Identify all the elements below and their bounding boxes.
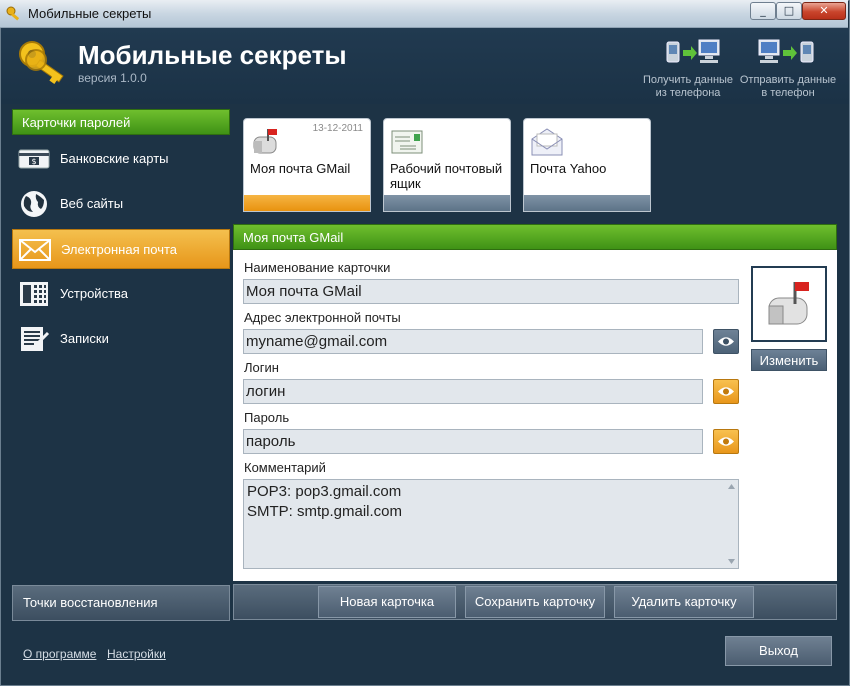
sidebar-item-label: Банковские карты [60, 151, 169, 166]
restore-points-button[interactable]: Точки восстановления [12, 585, 230, 621]
login-field[interactable]: логин [243, 379, 703, 404]
svg-text:$: $ [31, 157, 36, 166]
email-label: Адрес электронной почты [244, 310, 401, 325]
send-to-phone-button[interactable]: Отправить данные в телефон [738, 36, 838, 100]
card-label: Моя почта GMail [250, 161, 351, 176]
card-picture [751, 266, 827, 342]
mailbox-icon [768, 282, 809, 325]
window-title: Мобильные секреты [28, 6, 152, 21]
receive-from-phone-button[interactable]: Получить данные из телефона [638, 36, 738, 100]
mailbox-icon [250, 127, 284, 157]
phone-to-pc-icon [653, 36, 723, 70]
app-key-icon [6, 6, 22, 22]
device-icon [18, 280, 50, 308]
minimize-button[interactable]: _ [750, 2, 776, 20]
card-bar [384, 195, 510, 211]
password-label: Пароль [244, 410, 290, 425]
send-label-line2: в телефон [761, 87, 815, 99]
comment-scrollbar[interactable] [726, 481, 737, 567]
pc-to-phone-icon [753, 36, 823, 70]
sidebar-item-email[interactable]: Электронная почта [12, 229, 230, 269]
card-gmail[interactable]: 13-12-2011 Моя почта GMail [243, 118, 371, 212]
delete-card-button[interactable]: Удалить карточку [614, 586, 754, 618]
exit-button[interactable]: Выход [725, 636, 832, 666]
card-label: Почта Yahoo [530, 161, 607, 176]
sidebar-item-label: Электронная почта [61, 242, 178, 257]
envelope-icon [19, 236, 51, 264]
eye-icon [718, 387, 734, 396]
settings-link[interactable]: Настройки [107, 647, 166, 661]
receive-label-line2: из телефона [655, 87, 721, 99]
email-field[interactable]: myname@gmail.com [243, 329, 703, 354]
sidebar-item-websites[interactable]: Веб сайты [12, 184, 230, 224]
bank-card-icon: $ [18, 145, 50, 173]
window-titlebar[interactable]: Мобильные секреты _ □ ✕ [0, 0, 848, 28]
change-picture-button[interactable]: Изменить [751, 349, 827, 371]
letter-icon [390, 127, 424, 157]
detail-title: Моя почта GMail [233, 224, 837, 250]
login-label: Логин [244, 360, 279, 375]
sidebar-item-notes[interactable]: Записки [12, 319, 230, 359]
card-bar [524, 195, 650, 211]
sidebar-item-devices[interactable]: Устройства [12, 274, 230, 314]
comment-field[interactable]: POP3: pop3.gmail.com SMTP: smtp.gmail.co… [243, 479, 739, 569]
password-field[interactable]: пароль [243, 429, 703, 454]
maximize-button[interactable]: □ [776, 2, 802, 20]
sidebar-item-label: Веб сайты [60, 196, 124, 211]
card-label: Рабочий почтовый ящик [390, 161, 503, 191]
card-date: 13-12-2011 [312, 123, 363, 134]
sidebar-item-label: Записки [60, 331, 109, 346]
close-button[interactable]: ✕ [802, 2, 846, 20]
comment-label: Комментарий [244, 460, 326, 475]
card-name-label: Наименование карточки [244, 260, 391, 275]
receive-label-line1: Получить данные [642, 74, 734, 86]
globe-icon [18, 190, 50, 218]
keys-logo-icon [16, 36, 72, 92]
envelope-open-icon [530, 127, 564, 157]
about-link[interactable]: О программе [23, 647, 96, 661]
send-label-line1: Отправить данные [739, 74, 837, 86]
sidebar-title: Карточки паролей [12, 109, 230, 135]
show-password-button[interactable] [713, 429, 739, 454]
save-card-button[interactable]: Сохранить карточку [465, 586, 605, 618]
show-email-button[interactable] [713, 329, 739, 354]
eye-icon [718, 437, 734, 446]
eye-icon [718, 337, 734, 346]
new-card-button[interactable]: Новая карточка [318, 586, 456, 618]
app-title: Мобильные секреты [78, 40, 347, 70]
app-version: версия 1.0.0 [78, 71, 147, 85]
card-yahoo[interactable]: Почта Yahoo [523, 118, 651, 212]
card-name-field[interactable]: Моя почта GMail [243, 279, 739, 304]
show-login-button[interactable] [713, 379, 739, 404]
sidebar-item-bank-cards[interactable]: $ Банковские карты [12, 139, 230, 179]
card-selected-bar [244, 195, 370, 211]
sidebar-item-label: Устройства [60, 286, 129, 301]
notes-icon [18, 325, 50, 353]
card-work-mailbox[interactable]: Рабочий почтовый ящик [383, 118, 511, 212]
